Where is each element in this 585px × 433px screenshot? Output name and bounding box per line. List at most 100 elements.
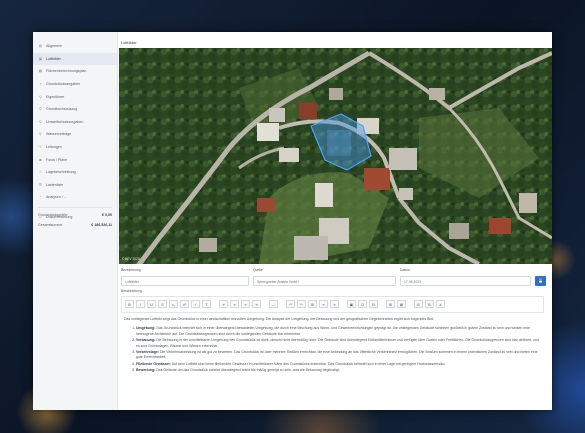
save-icon: 💾 xyxy=(538,277,543,283)
person-icon: ⚲ xyxy=(39,107,42,112)
sidebar-item-label: Lastenliste xyxy=(46,182,64,187)
checkmark-button[interactable]: ✓ xyxy=(191,300,200,308)
sidebar-nav: ▤ Allgemein ▣ Luftbilder ▦ Flächenberechnun… xyxy=(33,32,117,223)
location-icon: ⌾ xyxy=(39,170,42,175)
layout-button[interactable]: ▤ xyxy=(397,300,406,308)
align-left-button[interactable]: ≡ xyxy=(219,300,228,308)
chart-icon: ◔ xyxy=(39,195,42,200)
hashtag-button[interactable]: # xyxy=(436,300,445,308)
grid-button[interactable]: ⊞ xyxy=(386,300,395,308)
list-item: Bewertung: Das Gelände um das Grundstück… xyxy=(136,368,541,373)
sidebar-item-label: Luftbilder xyxy=(46,56,61,61)
editor-list: Umgebung: Das Grundstück befindet sich i… xyxy=(124,326,541,373)
italic-button[interactable]: I xyxy=(136,300,145,308)
datum-input[interactable]: 17.05.2023 xyxy=(400,275,531,286)
page-title: Luftbilder xyxy=(121,41,137,45)
aerial-image xyxy=(119,48,552,264)
document-icon: ▤ xyxy=(38,44,43,49)
bullet-list-button[interactable]: ≡ xyxy=(319,300,328,308)
quelle-input[interactable]: Sprengnetter Austria GmbH xyxy=(253,275,396,286)
sidebar-item-leitungen[interactable]: ϟ Leitungen xyxy=(33,141,117,154)
point-title: Verkehrslage: xyxy=(136,350,159,355)
sidebar-item-label: Flächenberechnungsplan xyxy=(46,69,87,74)
person-icon: ⚲ xyxy=(39,119,42,124)
sidebar-item-umweltschutz[interactable]: ⚲ Umweltschutzvorgaben xyxy=(33,116,117,129)
underline-button[interactable]: U xyxy=(147,300,156,308)
subscript-button[interactable]: x₂ xyxy=(169,300,178,308)
description-editor[interactable]: Das vorliegende Luftbild zeigt das Grund… xyxy=(121,313,544,397)
aerial-map[interactable]: © BEV 2023 xyxy=(119,48,552,264)
list-item: Verkehrslage: Die Verkehrsanbindung ist … xyxy=(136,350,541,361)
pin-icon: ⌖ xyxy=(39,82,42,87)
form-inputs: Luftbilder Sprengnetter Austria GmbH 17.… xyxy=(121,275,550,286)
person-icon: ⚲ xyxy=(39,94,42,99)
bolt-icon: ϟ xyxy=(39,145,42,150)
bold-alt-button[interactable]: B xyxy=(414,300,423,308)
form-labels: Bezeichnung Quelle Datum xyxy=(121,268,550,274)
list-item: Fließende Gewässer: Auf dem Luftbild sin… xyxy=(136,362,541,367)
app-window: ▤ Allgemein ▣ Luftbilder ▦ Flächenberechnun… xyxy=(33,32,552,410)
sidebar-item-fotos[interactable]: ◙ Fotos / Pläne xyxy=(33,153,117,166)
sidebar-item-allgemein[interactable]: ▤ Allgemein xyxy=(33,40,117,53)
sidebar-totals: Grundstücksgröße € 0,00 Gesamtsumme € 186.… xyxy=(38,210,112,230)
point-text: Die Bebauung in der unmittelbaren Umgebu… xyxy=(136,338,539,348)
sidebar-item-label: Grundstücksangaben xyxy=(46,82,81,87)
sidebar-item-luftbilder[interactable]: ▣ Luftbilder xyxy=(33,52,117,66)
description-label: Beschreibung xyxy=(121,289,142,293)
redo-button[interactable]: ↷ xyxy=(297,300,306,308)
sidebar-item-analysen[interactable]: ◔ Analysen / ... xyxy=(33,191,117,204)
point-title: Fließende Gewässer: xyxy=(136,361,172,366)
text-format-button[interactable]: T xyxy=(202,300,211,308)
editor-intro: Das vorliegende Luftbild zeigt das Grund… xyxy=(124,317,434,321)
sidebar-item-flaechenberechnung[interactable]: ▦ Flächenberechnungsplan xyxy=(33,65,117,78)
sidebar-item-grundbuchsauszug[interactable]: ⚲ Grundbuchsauszug xyxy=(33,103,117,116)
editor-toolbar: B I U S x₂ x² ✓ T ≡ ≡ ≡ ≡ — ↶ ↷ ⊞ ≡ ≡ ▣ … xyxy=(121,296,544,313)
bold-button[interactable]: B xyxy=(125,300,134,308)
embed-button[interactable]: ⊡ xyxy=(358,300,367,308)
total-value: € 0,00 xyxy=(102,213,112,217)
point-text: Die Verkehrsanbindung ist als gut zu bew… xyxy=(136,350,538,360)
label-datum: Datum xyxy=(400,268,410,272)
sidebar-item-label: Wasserverträge xyxy=(46,132,72,137)
align-justify-button[interactable]: ≡ xyxy=(252,300,261,308)
bezeichnung-input[interactable]: Luftbilder xyxy=(121,275,249,286)
list-item: Umgebung: Das Grundstück befindet sich i… xyxy=(136,326,541,337)
align-center-button[interactable]: ≡ xyxy=(230,300,239,308)
sidebar: ▤ Allgemein ▣ Luftbilder ▦ Flächenberechnun… xyxy=(33,32,118,410)
image-details-form: Bezeichnung Quelle Datum Luftbilder Spre… xyxy=(121,268,550,397)
sidebar-item-label: Umweltschutzvorgaben xyxy=(46,119,84,124)
point-text: Auf dem Luftbild sind keine fließenden G… xyxy=(171,361,446,366)
point-title: Umgebung: xyxy=(136,326,156,331)
save-button[interactable]: 💾 xyxy=(535,275,546,286)
total-row: Gesamtsumme € 186.526,11 xyxy=(38,220,112,230)
table-button[interactable]: ⊞ xyxy=(308,300,317,308)
sidebar-item-label: Allgemein xyxy=(46,44,62,49)
point-title: Bewertung: xyxy=(136,368,156,373)
map-copyright: © BEV 2023 xyxy=(122,257,140,261)
label-bezeichnung: Bezeichnung xyxy=(121,268,141,272)
undo-button[interactable]: ↶ xyxy=(286,300,295,308)
superscript-button[interactable]: x² xyxy=(180,300,189,308)
point-title: Verbauung: xyxy=(136,338,156,343)
sidebar-item-wasservertraege[interactable]: ⚲ Wasserverträge xyxy=(33,128,117,141)
align-right-button[interactable]: ≡ xyxy=(241,300,250,308)
bold-variant-button[interactable]: B xyxy=(425,300,434,308)
point-text: Das Gelände um das Grundstück scheint üb… xyxy=(156,368,340,373)
sidebar-item-label: Grundbuchsauszug xyxy=(46,107,78,112)
sidebar-item-label: Fotos / Pläne xyxy=(46,157,68,162)
label-quelle: Quelle xyxy=(253,268,263,272)
image-button[interactable]: ▣ xyxy=(347,300,356,308)
sidebar-item-lastenliste[interactable]: ☰ Lastenliste xyxy=(33,179,117,192)
sidebar-item-label: Lagebeschreibung xyxy=(46,170,76,175)
sidebar-item-label: Leitungen xyxy=(46,145,62,150)
block-button[interactable]: ⊟ xyxy=(369,300,378,308)
ordered-list-button[interactable]: ≡ xyxy=(330,300,339,308)
strikethrough-button[interactable]: S xyxy=(158,300,167,308)
point-text: Das Grundstück befindet sich in einer üb… xyxy=(136,326,530,336)
sidebar-item-eigentuemer[interactable]: ⚲ Eigentümer xyxy=(33,90,117,103)
grid-icon: ▦ xyxy=(38,69,43,74)
person-icon: ⚲ xyxy=(39,132,42,137)
sidebar-item-lagebeschreibung[interactable]: ⌾ Lagebeschreibung xyxy=(33,166,117,179)
sidebar-item-grundstuecksangaben[interactable]: ⌖ Grundstücksangaben xyxy=(33,78,117,91)
horizontal-rule-button[interactable]: — xyxy=(269,300,278,308)
